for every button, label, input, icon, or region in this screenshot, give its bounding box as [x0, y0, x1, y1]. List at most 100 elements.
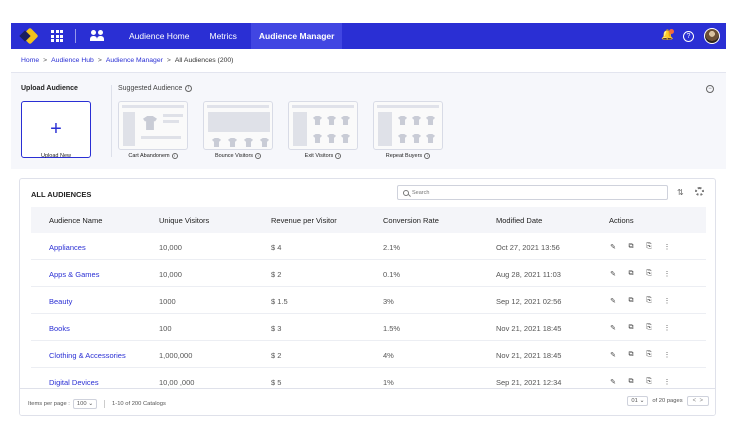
upload-audience-section: Upload Audience Suggested Audience i − +…	[11, 73, 726, 169]
copy-icon[interactable]: ⧉	[627, 378, 635, 386]
items-per-page-label: Items per page :	[28, 401, 70, 407]
export-icon[interactable]: ⎘	[645, 324, 653, 332]
collapse-icon[interactable]: −	[706, 85, 714, 93]
info-icon[interactable]: i	[424, 153, 431, 159]
suggestion-name: Cart Abandonem	[128, 153, 170, 159]
more-options-icon[interactable]: ⋮	[663, 243, 671, 251]
breadcrumb-audience-manager[interactable]: Audience Manager	[106, 57, 163, 64]
modified-date-value: Sep 21, 2021 12:34	[496, 378, 562, 387]
audience-name-link[interactable]: Digital Devices	[49, 378, 99, 387]
copy-icon[interactable]: ⧉	[627, 324, 635, 332]
suggestion-card-bounce-visitors[interactable]	[203, 101, 273, 150]
row-actions: ✎ ⧉ ⎘ ⋮	[609, 243, 671, 251]
info-icon[interactable]: i	[171, 153, 178, 159]
search-box[interactable]	[397, 185, 668, 200]
upload-new-button[interactable]: +	[21, 101, 91, 158]
suggestion-card-cart-abandonment[interactable]	[118, 101, 188, 150]
audience-name-link[interactable]: Appliances	[49, 243, 86, 252]
suggestion-label: Bounce Visitors i	[198, 153, 278, 159]
table-row: Clothing & Accessories 1,000,000 $ 2 4% …	[31, 341, 706, 368]
copy-icon[interactable]: ⧉	[627, 351, 635, 359]
unique-visitors-value: 10,000	[159, 270, 182, 279]
revenue-value: $ 2	[271, 270, 282, 279]
column-header-audience-name[interactable]: Audience Name	[49, 216, 102, 225]
audience-people-icon[interactable]	[89, 28, 105, 44]
search-input[interactable]	[412, 189, 612, 196]
column-header-unique-visitors[interactable]: Unique Visitors	[159, 216, 209, 225]
copy-icon[interactable]: ⧉	[627, 243, 635, 251]
revenue-value: $ 4	[271, 243, 282, 252]
column-header-conversion-rate[interactable]: Conversion Rate	[383, 216, 439, 225]
edit-pencil-icon[interactable]: ✎	[609, 243, 617, 251]
info-icon[interactable]: i	[185, 85, 193, 92]
apps-grid-icon[interactable]	[49, 28, 65, 44]
unique-visitors-value: 100	[159, 324, 172, 333]
page-select[interactable]: 01 ⌄	[627, 396, 649, 406]
next-page-icon[interactable]: >	[699, 398, 703, 404]
more-options-icon[interactable]: ⋮	[663, 297, 671, 305]
info-icon[interactable]: i	[255, 153, 262, 159]
table-footer: Items per page : 100 ⌄ 1-10 of 200 Catal…	[20, 388, 715, 415]
nav-audience-home[interactable]: Audience Home	[127, 23, 191, 49]
row-actions: ✎ ⧉ ⎘ ⋮	[609, 270, 671, 278]
notification-bell-icon[interactable]: 🔔	[661, 29, 674, 42]
edit-pencil-icon[interactable]: ✎	[609, 324, 617, 332]
footer-divider	[104, 400, 106, 408]
pagination: 01 ⌄ of 20 pages < >	[627, 396, 709, 406]
revenue-value: $ 5	[271, 378, 282, 387]
export-icon[interactable]: ⎘	[645, 351, 653, 359]
conversion-value: 3%	[383, 297, 394, 306]
breadcrumb-current: All Audiences (200)	[174, 57, 234, 64]
copy-icon[interactable]: ⧉	[627, 270, 635, 278]
export-icon[interactable]: ⎘	[645, 378, 653, 386]
table-row: Beauty 1000 $ 1.5 3% Sep 12, 2021 02:56 …	[31, 287, 706, 314]
sort-icon[interactable]: ⇅	[677, 188, 684, 197]
breadcrumb-audience-hub[interactable]: Audience Hub	[51, 57, 94, 64]
audience-name-link[interactable]: Beauty	[49, 297, 72, 306]
revenue-value: $ 3	[271, 324, 282, 333]
gear-icon[interactable]	[695, 187, 704, 196]
more-options-icon[interactable]: ⋮	[663, 270, 671, 278]
more-options-icon[interactable]: ⋮	[663, 351, 671, 359]
table-row: Appliances 10,000 $ 4 2.1% Oct 27, 2021 …	[31, 233, 706, 260]
app-logo[interactable]	[19, 27, 39, 45]
section-divider	[111, 85, 112, 157]
copy-icon[interactable]: ⧉	[627, 297, 635, 305]
nav-metrics[interactable]: Metrics	[207, 23, 238, 49]
more-options-icon[interactable]: ⋮	[663, 378, 671, 386]
audience-name-link[interactable]: Books	[49, 324, 70, 333]
column-header-actions: Actions	[609, 215, 634, 225]
edit-pencil-icon[interactable]: ✎	[609, 378, 617, 386]
row-actions: ✎ ⧉ ⎘ ⋮	[609, 324, 671, 332]
suggestion-name: Exit Visitors	[304, 153, 334, 159]
user-avatar[interactable]	[704, 28, 720, 44]
edit-pencil-icon[interactable]: ✎	[609, 351, 617, 359]
suggestion-card-exit-visitors[interactable]	[288, 101, 358, 150]
edit-pencil-icon[interactable]: ✎	[609, 297, 617, 305]
info-icon[interactable]: i	[335, 153, 342, 159]
export-icon[interactable]: ⎘	[645, 243, 653, 251]
audience-name-link[interactable]: Clothing & Accessories	[49, 351, 126, 360]
help-icon[interactable]: ?	[683, 30, 694, 42]
items-per-page-select[interactable]: 100 ⌄	[72, 399, 98, 409]
more-options-icon[interactable]: ⋮	[663, 324, 671, 332]
suggestion-card-repeat-buyers[interactable]	[373, 101, 443, 150]
breadcrumb-home[interactable]: Home	[21, 57, 39, 64]
export-icon[interactable]: ⎘	[645, 270, 653, 278]
modified-date-value: Nov 21, 2021 18:45	[496, 324, 562, 333]
row-actions: ✎ ⧉ ⎘ ⋮	[609, 378, 671, 386]
results-range: 1-10 of 200 Catalogs	[112, 401, 166, 407]
revenue-value: $ 2	[271, 351, 282, 360]
export-icon[interactable]: ⎘	[645, 297, 653, 305]
pagination-buttons: < >	[686, 396, 709, 406]
column-header-revenue-per-visitor[interactable]: Revenue per Visitor	[271, 216, 337, 225]
chevron-down-icon: ⌄	[88, 401, 94, 407]
nav-divider	[75, 29, 76, 43]
edit-pencil-icon[interactable]: ✎	[609, 270, 617, 278]
audience-name-link[interactable]: Apps & Games	[49, 270, 99, 279]
column-header-modified-date[interactable]: Modified Date	[496, 216, 542, 225]
unique-visitors-value: 1000	[159, 297, 176, 306]
chevron-down-icon: ⌄	[639, 398, 645, 404]
nav-audience-manager[interactable]: Audience Manager	[250, 23, 343, 49]
prev-page-icon[interactable]: <	[693, 398, 697, 404]
